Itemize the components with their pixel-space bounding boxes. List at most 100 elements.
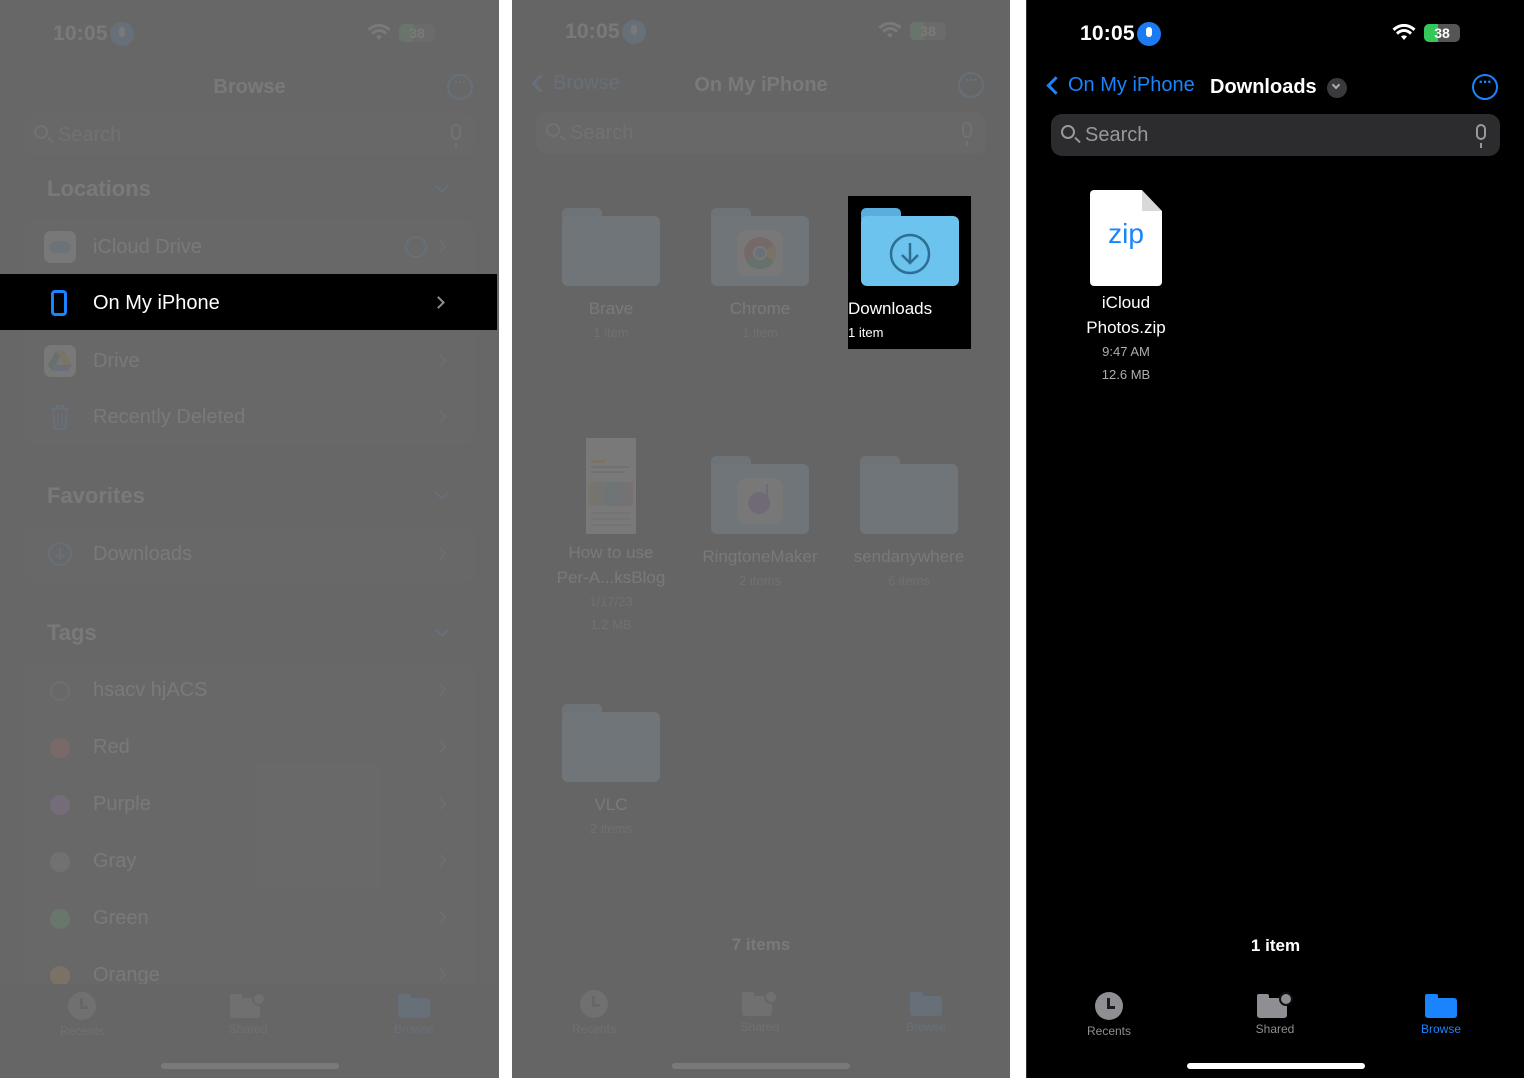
location-item-recently-deleted[interactable]: Recently Deleted <box>24 389 475 446</box>
item-label: Green <box>93 907 149 929</box>
chevron-right-icon <box>432 296 445 309</box>
document-thumbnail-icon <box>586 438 636 534</box>
tag-green-dot-icon <box>50 909 70 929</box>
ringtone-icon <box>737 478 783 524</box>
item-label: Drive <box>93 350 140 372</box>
downloads-screen: 10:05 38 On My iPhone Downloads zip iClo… <box>1026 0 1524 1078</box>
tab-bar: Recents Shared Browse <box>512 982 1010 1078</box>
chevron-right-icon <box>434 740 447 753</box>
tab-browse[interactable]: Browse <box>364 992 464 1036</box>
tag-item[interactable]: Gray <box>24 833 475 890</box>
chevron-right-icon <box>434 911 447 924</box>
item-name: VLC <box>594 795 628 814</box>
chrome-icon <box>737 230 783 276</box>
page-title: Downloads <box>1210 76 1317 98</box>
folder-icon <box>398 992 430 1018</box>
file-type-label: zip <box>1108 218 1144 249</box>
location-item-on-my-iphone[interactable]: On My iPhone <box>0 274 497 330</box>
dictation-mic-icon[interactable] <box>962 122 972 146</box>
home-indicator[interactable] <box>160 1063 339 1069</box>
search-input[interactable] <box>58 114 358 156</box>
search-input[interactable] <box>1085 114 1385 156</box>
dictation-mic-icon[interactable] <box>451 124 461 148</box>
file-item-zip[interactable]: zip iCloud Photos.zip 9:47 AM 12.6 MB <box>1051 190 1201 386</box>
folder-icon <box>711 208 809 286</box>
status-time: 10:05 <box>1080 22 1135 45</box>
tab-shared[interactable]: Shared <box>710 990 810 1034</box>
favorite-item-downloads[interactable]: Downloads <box>24 526 475 583</box>
folder-item-sendanywhere[interactable]: sendanywhere 6 items <box>834 456 984 592</box>
dictation-mic-icon[interactable] <box>1476 124 1486 148</box>
wifi-icon <box>367 24 391 40</box>
icloud-icon <box>44 231 76 263</box>
locations-list: iCloud Drive Drive Recently Deleted <box>24 219 475 445</box>
folder-icon <box>860 208 959 286</box>
tab-label: Recents <box>1086 1024 1132 1038</box>
item-count: 1 item <box>848 325 884 340</box>
battery-icon: 38 <box>1424 24 1460 42</box>
item-label: Red <box>93 736 130 758</box>
battery-icon: 38 <box>399 24 435 42</box>
page-title: On My iPhone <box>694 74 828 96</box>
folder-icon <box>562 704 660 782</box>
zip-file-icon: zip <box>1090 190 1162 286</box>
tab-browse[interactable]: Browse <box>1391 992 1491 1036</box>
home-indicator[interactable] <box>672 1063 850 1069</box>
search-field[interactable] <box>536 112 986 154</box>
tab-recents[interactable]: Recents <box>1059 992 1159 1038</box>
tab-recents[interactable]: Recents <box>32 992 132 1038</box>
search-field[interactable] <box>24 114 475 156</box>
chevron-down-icon[interactable] <box>434 622 450 638</box>
item-label: Gray <box>93 850 137 872</box>
item-size: 1.2 MB <box>590 617 632 632</box>
chevron-right-icon <box>434 410 447 423</box>
status-bar: 10:05 38 <box>1027 18 1524 50</box>
tab-shared[interactable]: Shared <box>1225 992 1325 1036</box>
tag-item[interactable]: Green <box>24 890 475 947</box>
tag-empty-circle-icon <box>50 681 70 701</box>
folder-item-vlc[interactable]: VLC 2 items <box>536 704 686 840</box>
tab-recents[interactable]: Recents <box>544 990 644 1036</box>
search-input[interactable] <box>570 112 870 154</box>
more-options-button[interactable] <box>1472 74 1498 100</box>
microphone-indicator-icon <box>110 22 134 46</box>
on-my-iphone-screen: 10:05 38 Browse On My iPhone Brave 1 ite… <box>512 0 1010 1078</box>
shared-folder-icon <box>742 990 778 1016</box>
folder-item-brave[interactable]: Brave 1 item <box>536 208 686 344</box>
tag-orange-dot-icon <box>50 966 70 986</box>
section-header-favorites[interactable]: Favorites <box>47 483 145 509</box>
tag-item[interactable]: Red <box>24 719 475 776</box>
title-menu-button[interactable]: Downloads <box>1210 76 1347 99</box>
item-size: 12.6 MB <box>1101 367 1151 382</box>
tag-item[interactable]: hsacv hjACS <box>24 662 475 719</box>
nav-bar: Browse On My iPhone <box>512 64 1010 108</box>
chevron-down-icon[interactable] <box>434 178 450 194</box>
download-circle-icon <box>889 233 930 275</box>
tab-label: Shared <box>740 1020 780 1034</box>
home-indicator[interactable] <box>1186 1063 1365 1069</box>
folder-item-ringtonemaker[interactable]: RingtoneMaker 2 items <box>685 456 835 592</box>
document-item[interactable]: How to use Per-A...ksBlog 1/17/23 1.2 MB <box>536 438 686 636</box>
location-item-drive[interactable]: Drive <box>24 333 475 390</box>
folder-icon <box>910 990 942 1016</box>
tab-browse[interactable]: Browse <box>876 990 976 1034</box>
tab-shared[interactable]: Shared <box>198 992 298 1036</box>
more-options-button[interactable] <box>958 72 984 98</box>
section-header-locations[interactable]: Locations <box>47 176 151 202</box>
back-button[interactable]: On My iPhone <box>1043 74 1195 97</box>
search-field[interactable] <box>1051 114 1500 156</box>
microphone-indicator-icon <box>1137 22 1161 46</box>
folder-item-downloads[interactable]: Downloads 1 item <box>848 196 971 349</box>
more-options-button[interactable] <box>447 74 473 100</box>
folder-item-chrome[interactable]: Chrome 1 item <box>685 208 835 344</box>
tab-label: Browse <box>1420 1022 1461 1036</box>
location-item-icloud-drive[interactable]: iCloud Drive <box>24 219 475 276</box>
item-label: Purple <box>93 793 151 815</box>
chevron-down-icon[interactable] <box>434 485 450 501</box>
tab-bar: Recents Shared Browse <box>0 984 499 1078</box>
tag-item[interactable]: Purple <box>24 776 475 833</box>
tab-bar: Recents Shared Browse <box>1027 984 1524 1078</box>
item-count: 1 item <box>593 325 629 340</box>
section-header-tags[interactable]: Tags <box>47 620 97 646</box>
item-name-line2: Per-A...ksBlog <box>556 568 666 587</box>
